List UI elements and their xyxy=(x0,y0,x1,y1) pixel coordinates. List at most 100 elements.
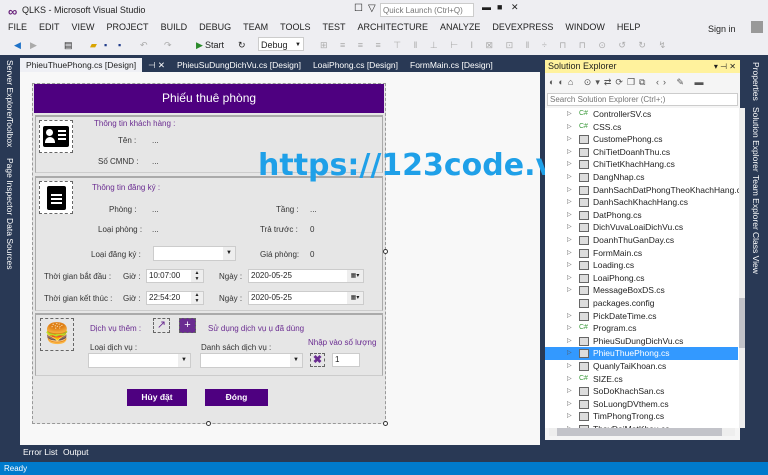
service-type-select[interactable]: ▼ xyxy=(88,353,191,368)
left-tool-tab[interactable]: Server Explorer xyxy=(5,60,15,119)
calendar-icon[interactable]: ▦▾ xyxy=(347,292,363,304)
solution-item[interactable]: ▷ DanhSachDatPhongTheoKhachHang.cs xyxy=(545,184,740,197)
expand-arrow-icon[interactable]: ▷ xyxy=(567,398,572,411)
doc-tab[interactable]: PhieuSuDungDichVu.cs [Design] xyxy=(171,58,307,72)
right-tool-tab[interactable]: Solution Explorer xyxy=(751,107,761,172)
solution-item[interactable]: ▷ SoDoKhachSan.cs xyxy=(545,385,738,398)
solution-item[interactable]: ▷ CustomePhong.cs xyxy=(545,133,738,146)
calendar-icon[interactable]: ▦▾ xyxy=(347,270,363,282)
menu-edit[interactable]: EDIT xyxy=(33,20,66,35)
solution-item[interactable]: ▷ TimPhongTrong.cs xyxy=(545,410,738,423)
resize-handle[interactable] xyxy=(206,421,211,426)
menu-tools[interactable]: TOOLS xyxy=(274,20,316,35)
expand-arrow-icon[interactable]: ▷ xyxy=(567,171,572,184)
end-time-input[interactable]: 22:54:20 ▲ ▼ xyxy=(146,291,204,305)
save-all-icon[interactable]: ▪ xyxy=(118,38,121,52)
right-tool-tab[interactable]: Properties xyxy=(751,62,761,101)
menu-window[interactable]: WINDOW xyxy=(559,20,611,35)
expand-arrow-icon[interactable]: ▷ xyxy=(567,322,572,335)
add-service-button[interactable]: + xyxy=(179,318,196,333)
solution-item[interactable]: ▷ PhieuThuePhong.cs xyxy=(545,347,738,360)
left-tool-tab[interactable]: Page Inspector xyxy=(5,158,15,215)
solution-item[interactable]: ▷ FormMain.cs xyxy=(545,247,738,260)
menu-view[interactable]: VIEW xyxy=(66,20,101,35)
expand-arrow-icon[interactable]: ▷ xyxy=(567,335,572,348)
cancel-booking-button[interactable]: Hủy đặt xyxy=(127,389,187,406)
doc-tab[interactable]: PhieuThuePhong.cs [Design] xyxy=(20,58,143,72)
doc-tab[interactable]: FormMain.cs [Design] xyxy=(404,58,499,72)
solution-item[interactable]: ▷ SoLuongDVthem.cs xyxy=(545,398,738,411)
account-icon[interactable] xyxy=(751,21,763,33)
refresh-icon[interactable]: ↻ xyxy=(238,38,246,52)
expand-arrow-icon[interactable]: ▷ xyxy=(567,146,572,159)
doc-tab[interactable]: LoaiPhong.cs [Design] xyxy=(307,58,404,72)
config-select[interactable]: Debug ▼ xyxy=(258,37,304,51)
solution-item[interactable]: ▷ DangNhap.cs xyxy=(545,171,738,184)
undo-icon[interactable]: ↶ xyxy=(140,38,148,52)
solution-item[interactable]: ▷ DichVuvaLoaiDichVu.cs xyxy=(545,221,738,234)
solution-item[interactable]: ▷ DanhSachKhachHang.cs xyxy=(545,196,738,209)
solution-item[interactable]: ▷ DatPhong.cs xyxy=(545,209,738,222)
feedback-icon[interactable]: ☐ xyxy=(354,3,363,14)
start-time-input[interactable]: 10:07:00 ▲ ▼ xyxy=(146,269,204,283)
right-tool-tab[interactable]: Class View xyxy=(751,232,761,274)
se-search-input[interactable] xyxy=(547,93,738,106)
expand-arrow-icon[interactable]: ▷ xyxy=(567,121,572,134)
menu-team[interactable]: TEAM xyxy=(237,20,274,35)
expand-arrow-icon[interactable]: ▷ xyxy=(567,247,572,260)
expand-arrow-icon[interactable]: ▷ xyxy=(567,209,572,222)
solution-item[interactable]: ▷ PickDateTime.cs xyxy=(545,310,738,323)
regtype-select[interactable]: ▼ xyxy=(153,246,236,261)
solution-item[interactable]: ▷ C# Program.cs xyxy=(545,322,738,335)
service-list-select[interactable]: ▼ xyxy=(200,353,303,368)
maximize-button[interactable]: ■ xyxy=(497,2,502,12)
start-play-icon[interactable]: ▶ xyxy=(196,38,203,52)
expand-arrow-icon[interactable]: ▷ xyxy=(567,133,572,146)
resize-handle[interactable] xyxy=(383,421,388,426)
quantity-input[interactable]: 1 xyxy=(332,353,360,367)
solution-item[interactable]: ▷ C# CSS.cs xyxy=(545,121,738,134)
resize-handle[interactable] xyxy=(383,249,388,254)
spinner-icon[interactable]: ▲ ▼ xyxy=(191,270,203,282)
spinner-icon[interactable]: ▲ ▼ xyxy=(191,292,203,304)
menu-build[interactable]: BUILD xyxy=(155,20,194,35)
solution-item[interactable]: ▷ C# ControllerSV.cs xyxy=(545,108,738,121)
expand-arrow-icon[interactable]: ▷ xyxy=(567,272,572,285)
save-icon[interactable]: ▪ xyxy=(104,38,107,52)
new-project-icon[interactable]: ▤ xyxy=(64,38,73,52)
expand-arrow-icon[interactable]: ▷ xyxy=(567,310,572,323)
solution-item[interactable]: ▷ Loading.cs xyxy=(545,259,738,272)
solution-item[interactable]: ▷ DoanhThuGanDay.cs xyxy=(545,234,738,247)
solution-item[interactable]: packages.config xyxy=(545,297,738,310)
solution-item[interactable]: ▷ QuanlyTaiKhoan.cs xyxy=(545,360,738,373)
menu-help[interactable]: HELP xyxy=(611,20,647,35)
vertical-scrollbar[interactable] xyxy=(739,108,745,428)
menu-debug[interactable]: DEBUG xyxy=(193,20,237,35)
expand-arrow-icon[interactable]: ▷ xyxy=(567,221,572,234)
expand-arrow-icon[interactable]: ▷ xyxy=(567,347,572,360)
expand-arrow-icon[interactable]: ▷ xyxy=(567,184,572,197)
pin-close-icons[interactable]: ▾ ⊣ ✕ xyxy=(714,60,736,73)
output-tab[interactable]: Output xyxy=(63,447,89,457)
menu-devexpress[interactable]: DEVEXPRESS xyxy=(486,20,559,35)
open-icon[interactable]: ▰ xyxy=(90,38,97,52)
solution-item[interactable]: ▷ LoaiPhong.cs xyxy=(545,272,738,285)
minimize-button[interactable]: ▬ xyxy=(482,2,491,12)
end-date-picker[interactable]: 2020-05-25 ▦▾ xyxy=(248,291,364,305)
expand-arrow-icon[interactable]: ▷ xyxy=(567,108,572,121)
menu-test[interactable]: TEST xyxy=(316,20,351,35)
menu-analyze[interactable]: ANALYZE xyxy=(434,20,486,35)
solution-item[interactable]: ▷ MessageBoxDS.cs xyxy=(545,284,738,297)
sign-in-link[interactable]: Sign in xyxy=(708,24,736,34)
filter-icon[interactable]: ▽ xyxy=(368,3,376,14)
expand-arrow-icon[interactable]: ▷ xyxy=(567,196,572,209)
solution-item[interactable]: ▷ ChiTietKhachHang.cs xyxy=(545,158,738,171)
solution-item[interactable]: ▷ PhieuSuDungDichVu.cs xyxy=(545,335,738,348)
error-list-tab[interactable]: Error List xyxy=(23,447,57,457)
expand-arrow-icon[interactable]: ▷ xyxy=(567,234,572,247)
right-tool-tab[interactable]: Team Explorer xyxy=(751,175,761,230)
expand-arrow-icon[interactable]: ▷ xyxy=(567,360,572,373)
close-button[interactable]: ✕ xyxy=(511,2,519,13)
start-date-picker[interactable]: 2020-05-25 ▦▾ xyxy=(248,269,364,283)
start-button[interactable]: Start xyxy=(205,38,224,52)
